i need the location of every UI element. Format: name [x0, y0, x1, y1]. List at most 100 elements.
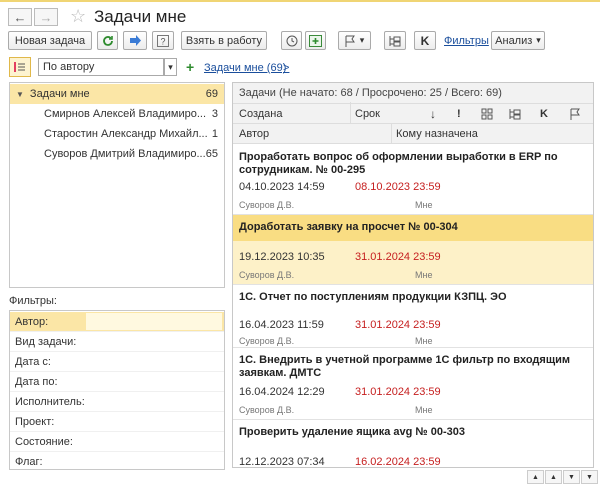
svg-text:?: ? [160, 36, 165, 46]
filter-label: Автор: [15, 315, 49, 328]
filter-label: Флаг: [15, 456, 43, 468]
clock-icon [286, 35, 297, 46]
add-task-icon [309, 34, 322, 47]
forward-task-button[interactable] [123, 31, 147, 50]
tree-item-count: 3 [211, 108, 218, 120]
more-link[interactable]: > [283, 62, 289, 74]
task-title: Проверить удаление ящика avg № 00-303 [239, 426, 465, 438]
window-top-accent [0, 0, 600, 2]
timer-button[interactable] [281, 31, 302, 50]
tree-root-count: 69 [205, 88, 218, 100]
flag-dropdown-button[interactable]: ▾ [338, 31, 371, 50]
filter-value-field[interactable] [86, 313, 222, 330]
filter-row[interactable]: Вид задачи: [10, 332, 224, 352]
take-to-work-button[interactable]: Взять в работу [181, 31, 267, 50]
tree-root-label: Задачи мне [29, 88, 90, 100]
task-assignee: Мне [415, 336, 433, 346]
columns-header-row-2: Автор Кому назначена [233, 123, 593, 144]
new-task-button[interactable]: Новая задача [8, 31, 92, 50]
task-due: 31.01.2024 23:59 [355, 251, 441, 263]
analysis-dropdown-button[interactable]: Анализ ▾ [491, 31, 545, 50]
task-author: Суворов Д.В. [239, 336, 295, 346]
task-created: 16.04.2024 12:29 [239, 386, 325, 398]
task-due: 31.01.2024 23:59 [355, 319, 441, 331]
task-created: 19.12.2023 10:35 [239, 251, 325, 263]
tree-item[interactable]: Смирнов Алексей Владимиро... 3 [10, 104, 224, 124]
forward-button[interactable]: → [34, 8, 58, 26]
flag-icon [345, 35, 355, 47]
chevron-down-icon: ▾ [168, 61, 173, 72]
importance-icon[interactable]: ! [457, 108, 461, 120]
chevron-down-icon: ▾ [536, 35, 541, 45]
tree-root-row[interactable]: ▼ Задачи мне 69 [10, 84, 224, 104]
filters-panel: Автор: Вид задачи: Дата с: Дата по: Испо… [9, 310, 225, 470]
filter-row[interactable]: Состояние: [10, 432, 224, 452]
filter-row[interactable]: Дата с: [10, 352, 224, 372]
task-row-selected[interactable]: Доработать заявку на просчет № 00-304 19… [233, 215, 593, 285]
scroll-down-button[interactable]: ▼ [563, 470, 580, 484]
task-row[interactable]: Проработать вопрос об оформлении выработ… [233, 145, 593, 215]
column-created[interactable]: Создана [239, 108, 282, 120]
column-k[interactable]: K [540, 108, 548, 120]
filters-title: Фильтры: [9, 295, 57, 307]
tasks-to-me-link[interactable]: Задачи мне (69) [204, 62, 286, 74]
task-assignee: Мне [415, 405, 433, 415]
column-assignee[interactable]: Кому назначена [396, 128, 478, 140]
refresh-button[interactable] [97, 31, 118, 50]
scroll-top-button[interactable]: ▲ [527, 470, 544, 484]
column-due[interactable]: Срок [355, 108, 380, 120]
column-divider [391, 123, 392, 144]
task-assignee: Мне [415, 200, 433, 210]
task-author: Суворов Д.В. [239, 270, 295, 280]
task-row[interactable]: Проверить удаление ящика avg № 00-303 12… [233, 420, 593, 468]
group-by-select[interactable]: По автору [38, 58, 164, 76]
analysis-label: Анализ [495, 34, 533, 47]
group-by-dropdown[interactable]: ▾ [164, 58, 177, 76]
grid-icon[interactable] [481, 108, 493, 120]
sort-down-arrow-icon[interactable]: ↓ [430, 107, 436, 121]
hierarchy-icon[interactable] [509, 108, 521, 120]
task-title: Проработать вопрос об оформлении выработ… [239, 151, 558, 176]
hierarchy-icon [389, 35, 401, 46]
task-row[interactable]: 1С. Внедрить в учетной программе 1С филь… [233, 348, 593, 420]
task-due: 16.02.2024 23:59 [355, 456, 441, 468]
scroll-bottom-button[interactable]: ▼ [581, 470, 598, 484]
flag-icon[interactable] [570, 108, 581, 120]
up-icon: ▲ [550, 473, 557, 481]
favorite-star-icon[interactable]: ☆ [70, 6, 86, 27]
scroll-up-button[interactable]: ▲ [545, 470, 562, 484]
task-due: 31.01.2024 23:59 [355, 386, 441, 398]
tree-item[interactable]: Суворов Дмитрий Владимиро... 65 [10, 144, 224, 164]
down-icon: ▼ [568, 473, 575, 481]
add-group-icon[interactable]: + [186, 59, 194, 75]
filter-row[interactable]: Исполнитель: [10, 392, 224, 412]
task-row[interactable]: 1С. Отчет по поступлениям продукции КЗПЦ… [233, 285, 593, 348]
tree-item[interactable]: Старостин Александр Михайл... 1 [10, 124, 224, 144]
k-button[interactable]: K [414, 31, 436, 50]
back-button[interactable]: ← [8, 8, 32, 26]
add-subtask-button[interactable] [305, 31, 326, 50]
tree-item-count: 65 [205, 148, 218, 160]
filter-row[interactable]: Флаг: [10, 452, 224, 472]
help-button[interactable]: ? [152, 31, 174, 50]
group-by-value: По автору [43, 61, 95, 73]
chevron-down-icon: ▾ [359, 35, 365, 45]
hierarchy-button[interactable] [384, 31, 406, 50]
triangle-down-icon: ▼ [16, 89, 24, 99]
column-author[interactable]: Автор [239, 128, 269, 140]
filter-row-author[interactable]: Автор: [10, 312, 224, 332]
task-author: Суворов Д.В. [239, 405, 295, 415]
take-to-work-label: Взять в работу [185, 34, 263, 47]
tree-item-label: Смирнов Алексей Владимиро... [44, 108, 207, 120]
k-label: K [420, 33, 430, 48]
tree-item-label: Старостин Александр Михайл... [44, 128, 208, 140]
arrow-left-icon: ← [13, 9, 27, 25]
filter-row[interactable]: Проект: [10, 412, 224, 432]
new-task-label: Новая задача [14, 34, 86, 47]
filter-row[interactable]: Дата по: [10, 372, 224, 392]
grouping-toggle-button[interactable] [9, 57, 31, 77]
task-created: 12.12.2023 07:34 [239, 456, 325, 468]
filters-link[interactable]: Фильтры [444, 35, 489, 47]
task-due: 08.10.2023 23:59 [355, 181, 441, 193]
columns-header-row: Создана Срок ↓ ! K [233, 102, 593, 125]
